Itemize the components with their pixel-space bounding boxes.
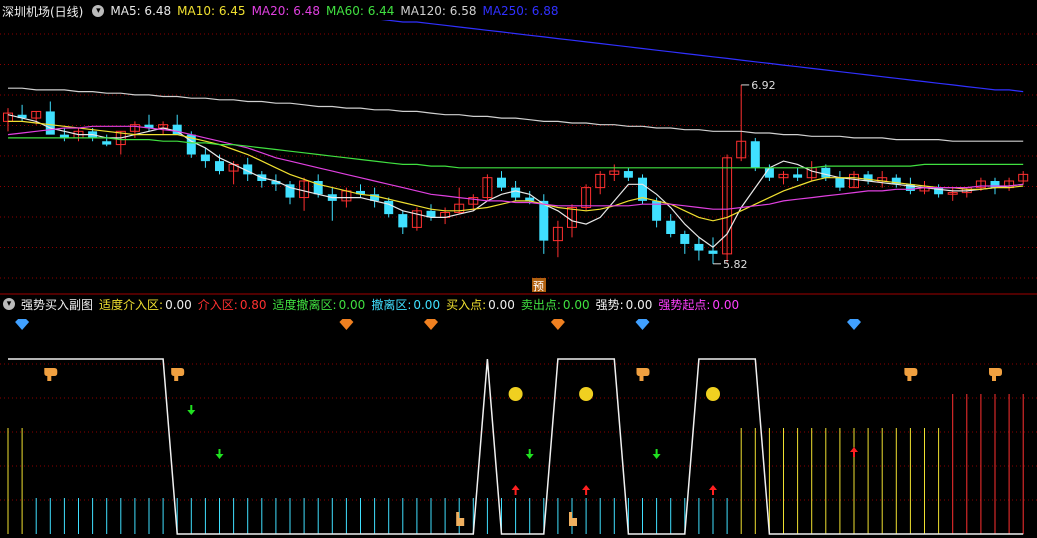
ma-line-ma10 [8,120,1024,222]
candle-body [821,167,831,178]
candle-body [511,187,521,198]
hand-icon [636,368,650,381]
up-arrow-icon [511,485,520,495]
diamond-icon [424,319,438,330]
down-arrow-icon [525,449,534,459]
up-arrow-icon [709,485,717,495]
pre-badge: 预 [533,280,544,293]
main-legend: 深圳机场(日线) ▾ MA5: 6.48 MA10: 6.45 MA20: 6.48… [0,1,571,21]
chevron-down-icon[interactable]: ▾ [3,298,15,310]
sub-legend-item: 强势起点: 0.00 [658,297,740,312]
candle-body [990,181,1000,188]
sub-legend: ▾ 强势买入副图 适度介入区: 0.00 介入区: 0.80 适度撤离区: 0.00 撤离区… [0,294,751,314]
indicator-chart [0,319,1037,535]
candle-body [623,171,633,178]
down-arrow-icon [652,449,661,459]
ma-legend-item: MA10: 6.45 [177,4,246,18]
candle-body [200,154,210,162]
hand-icon [904,368,918,381]
hand-icon [44,368,58,381]
candle-body [45,111,55,135]
main-title: 深圳机场(日线) [2,4,84,19]
main-indicator-list: MA5: 6.48 MA10: 6.45 MA20: 6.48 MA60: 6.44 M… [110,4,564,18]
candle-body [708,250,718,254]
down-arrow-icon [187,405,196,415]
sub-legend-item: 撤离区: 0.00 [371,297,441,312]
hand-icon [989,368,1002,381]
hand-icon [569,512,577,526]
sub-legend-item: 适度介入区: 0.00 [99,297,192,312]
down-arrow-icon [215,449,224,459]
ma-line-ma120 [8,87,1024,142]
ma-line-ma60 [8,137,1024,169]
up-arrow-icon [582,485,591,495]
candle-body [215,161,224,172]
sub-legend-item: 适度撤离区: 0.00 [272,297,366,312]
candle-body [793,174,803,178]
sub-title: 强势买入副图 [21,297,94,312]
smiley-icon [579,387,594,401]
candlestick-chart: 6.92 5.82 预 [0,20,1037,295]
high-label: 6.92 [751,79,776,92]
candle-body [539,200,549,241]
diamond-icon [339,319,354,330]
hand-icon [171,368,185,381]
up-arrow-icon [850,447,858,457]
smiley-icon [706,387,720,401]
sub-legend-item: 强势: 0.00 [595,297,653,312]
candle-body [680,234,690,244]
sub-legend-item: 卖出点: 0.00 [520,297,590,312]
ma-legend-item: MA250: 6.88 [482,4,559,18]
hand-icon [456,512,465,526]
diamond-icon [635,319,650,330]
candle-body [666,220,676,234]
candle-body [750,141,760,168]
candle-body [497,177,506,188]
smiley-icon [508,387,523,401]
low-label: 5.82 [723,258,748,271]
sub-indicator-list: 适度介入区: 0.00 介入区: 0.80 适度撤离区: 0.00 撤离区: 0.00 买入点:… [99,296,745,313]
candle-body [102,141,112,145]
sub-legend-item: 买入点: 0.00 [446,297,515,312]
ma-legend-item: MA60: 6.44 [326,4,395,18]
ma-line-ma250 [380,20,1024,93]
diamond-icon [15,319,30,330]
diamond-icon [550,319,565,330]
ma-legend-item: MA120: 6.58 [400,4,477,18]
candle-body [398,214,408,228]
sub-legend-item: 介入区: 0.80 [197,297,267,312]
diamond-icon [847,319,861,330]
ma-legend-item: MA5: 6.48 [110,4,172,18]
candle-body [835,177,845,188]
chevron-down-icon[interactable]: ▾ [92,5,105,17]
ma-legend-item: MA20: 6.48 [251,4,320,18]
candle-body [694,243,704,251]
